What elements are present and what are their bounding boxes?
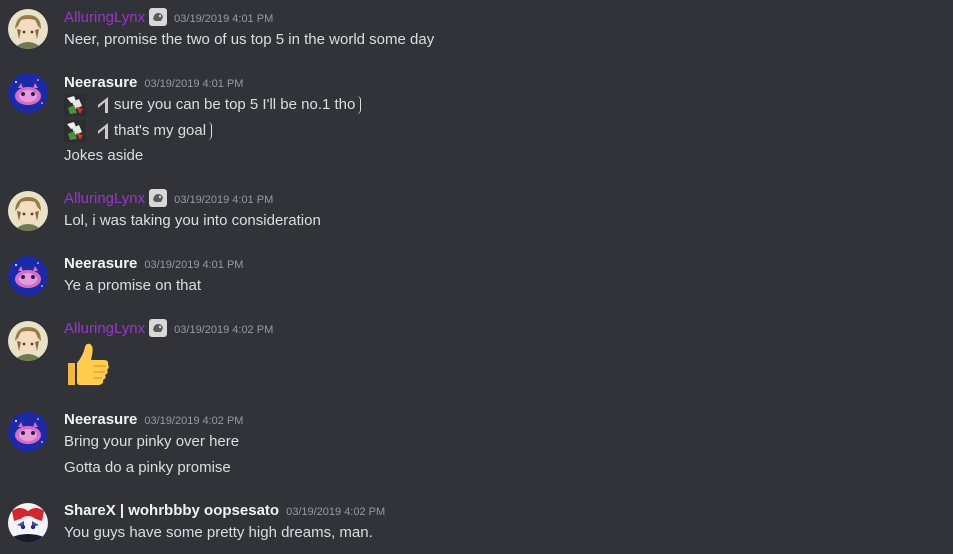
- message-text: You guys have some pretty high dreams, m…: [64, 524, 373, 541]
- username[interactable]: AlluringLynx: [64, 8, 145, 28]
- username[interactable]: Neerasure: [64, 254, 137, 274]
- username[interactable]: ShareX | wohrbbby oopsesato: [64, 501, 279, 521]
- message-text: Bring your pinky over here: [64, 433, 240, 450]
- quote-end-mark: [208, 122, 213, 140]
- username[interactable]: AlluringLynx: [64, 189, 145, 209]
- message-header: AlluringLynx 03/19/2019 4:01 PM: [64, 189, 273, 209]
- username[interactable]: Neerasure: [64, 410, 137, 430]
- reply-arrow-icon: [96, 121, 110, 141]
- message-text: Gotta do a pinky promise: [64, 459, 231, 476]
- avatar-sharex[interactable]: [8, 503, 48, 543]
- quoted-reply: that's my goal: [64, 120, 213, 142]
- message-text: Lol, i was taking you into consideration: [64, 212, 321, 229]
- avatar-alluringlynx[interactable]: [8, 9, 48, 49]
- thumbs-up-emoji-icon[interactable]: [64, 341, 112, 389]
- reply-avatar-icon: [64, 94, 86, 116]
- timestamp: 03/19/2019 4:02 PM: [174, 324, 274, 336]
- avatar-neerasure[interactable]: [8, 73, 48, 113]
- message-text: Jokes aside: [64, 147, 144, 164]
- bot-badge-icon: [149, 319, 168, 337]
- avatar-alluringlynx[interactable]: [8, 321, 48, 361]
- timestamp: 03/19/2019 4:01 PM: [144, 259, 244, 271]
- message-header: AlluringLynx 03/19/2019 4:01 PM: [64, 8, 273, 28]
- message-header: AlluringLynx 03/19/2019 4:02 PM: [64, 319, 273, 339]
- message-header: ShareX | wohrbbby oopsesato 03/19/2019 4…: [64, 501, 385, 521]
- message-header: Neerasure 03/19/2019 4:01 PM: [64, 73, 243, 93]
- bot-badge-icon: [149, 189, 168, 207]
- message-header: Neerasure 03/19/2019 4:02 PM: [64, 410, 243, 430]
- quote-end-mark: [357, 96, 362, 114]
- username[interactable]: Neerasure: [64, 73, 137, 93]
- message-header: Neerasure 03/19/2019 4:01 PM: [64, 254, 243, 274]
- reply-avatar-icon: [64, 120, 86, 142]
- bot-badge-icon: [149, 8, 168, 26]
- avatar-neerasure[interactable]: [8, 256, 48, 296]
- message-text: sure you can be top 5 I'll be no.1 tho: [114, 96, 356, 113]
- reply-arrow-icon: [96, 95, 110, 115]
- timestamp: 03/19/2019 4:01 PM: [174, 194, 274, 206]
- message-text: that's my goal: [114, 122, 207, 139]
- avatar-alluringlynx[interactable]: [8, 191, 48, 231]
- message-text: Ye a promise on that: [64, 277, 202, 294]
- username[interactable]: AlluringLynx: [64, 319, 145, 339]
- timestamp: 03/19/2019 4:01 PM: [174, 13, 274, 25]
- timestamp: 03/19/2019 4:02 PM: [144, 415, 244, 427]
- chat-window: { "colors": { "background": "#313338", "…: [0, 0, 953, 554]
- timestamp: 03/19/2019 4:02 PM: [286, 506, 386, 518]
- avatar-neerasure[interactable]: [8, 412, 48, 452]
- quoted-reply: sure you can be top 5 I'll be no.1 tho: [64, 94, 362, 116]
- message-text: Neer, promise the two of us top 5 in the…: [64, 31, 435, 48]
- timestamp: 03/19/2019 4:01 PM: [144, 78, 244, 90]
